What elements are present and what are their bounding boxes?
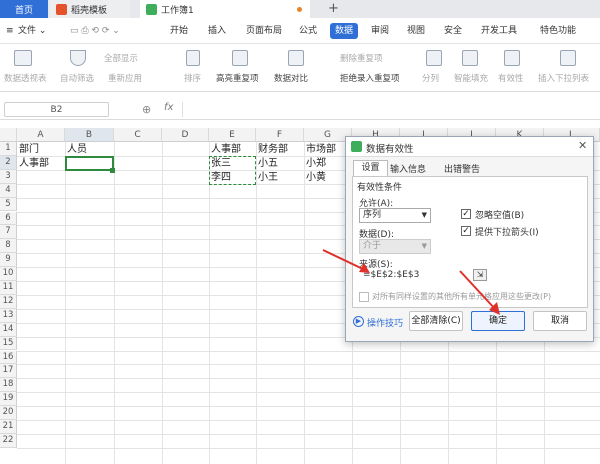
arrow-to-ok-line [459, 270, 497, 311]
annotation-arrows [322, 249, 500, 315]
arrow-to-source-line [322, 249, 366, 271]
